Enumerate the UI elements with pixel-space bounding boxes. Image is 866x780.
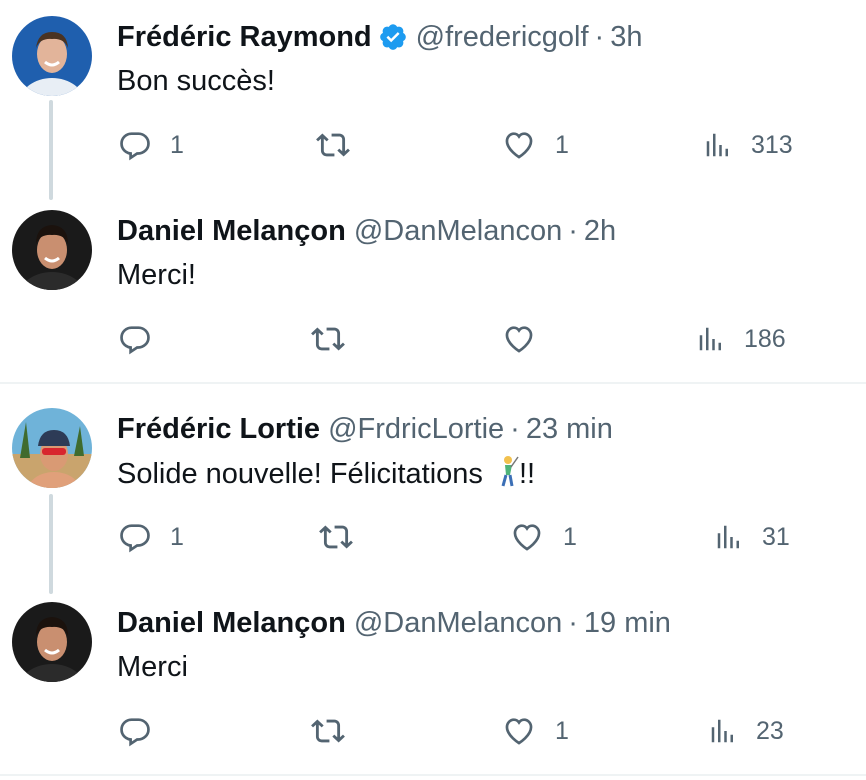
thread-line [49, 100, 53, 200]
like-count: 1 [555, 716, 569, 745]
separator-dot: · [594, 21, 605, 53]
retweet-icon [319, 525, 353, 549]
heart-icon [505, 326, 533, 353]
separator-dot: · [510, 413, 520, 445]
views-chart-icon [717, 525, 739, 549]
tweet-1[interactable]: Frédéric Raymond @fredericgolf · 3h Bon … [0, 0, 866, 200]
views-button[interactable]: 31 [714, 520, 790, 554]
tweet-text-main: Solide nouvelle! Félicitations [117, 458, 483, 490]
views-button[interactable]: 23 [708, 714, 784, 748]
views-chart-icon [699, 327, 721, 351]
handle[interactable]: @DanMelancon [354, 214, 562, 248]
heart-icon [505, 132, 533, 159]
reply-icon [120, 524, 150, 553]
separator-dot: · [568, 607, 578, 639]
tweet-header: Frédéric Lortie @FrdricLortie · 23 min [117, 412, 613, 446]
separator-dot: · [568, 215, 578, 247]
retweet-icon [311, 327, 345, 351]
avatar[interactable] [12, 408, 92, 488]
like-button[interactable]: 1 [501, 128, 569, 162]
avatar[interactable] [12, 16, 92, 96]
verified-badge-icon [378, 22, 408, 52]
views-count: 23 [756, 716, 784, 745]
handle[interactable]: @fredericgolf [416, 20, 589, 54]
handle[interactable]: @DanMelancon [354, 606, 562, 640]
tweet-text: Merci [117, 651, 188, 683]
heart-icon [513, 524, 541, 551]
retweet-button[interactable] [310, 714, 364, 748]
like-button[interactable]: 1 [501, 714, 569, 748]
views-count: 186 [744, 324, 786, 353]
tweet-text: Solide nouvelle! Félicitations!! [117, 455, 535, 495]
retweet-icon [311, 719, 345, 743]
thread-line [49, 494, 53, 594]
bottom-divider [0, 774, 866, 776]
like-count: 1 [563, 522, 577, 551]
views-chart-icon [706, 133, 728, 157]
golfer-emoji-icon [493, 455, 519, 495]
tweet-3[interactable]: Frédéric Lortie @FrdricLortie · 23 min S… [0, 392, 866, 594]
reply-button[interactable] [118, 714, 170, 748]
views-button[interactable]: 313 [703, 128, 793, 162]
tweet-header: Daniel Melançon @DanMelancon · 19 min [117, 606, 671, 640]
display-name[interactable]: Frédéric Raymond [117, 20, 372, 54]
reply-icon [120, 326, 150, 355]
display-name[interactable]: Daniel Melançon [117, 214, 346, 248]
timestamp[interactable]: 19 min [584, 606, 671, 640]
retweet-button[interactable] [318, 520, 372, 554]
like-button[interactable]: 1 [509, 520, 577, 554]
reply-icon [120, 132, 150, 161]
retweet-button[interactable] [315, 128, 369, 162]
reply-button[interactable]: 1 [118, 128, 184, 162]
display-name[interactable]: Frédéric Lortie [117, 412, 320, 446]
thread-divider [0, 382, 866, 384]
timestamp[interactable]: 23 min [526, 412, 613, 446]
tweet-text: Bon succès! [117, 65, 275, 97]
views-chart-icon [711, 719, 733, 743]
heart-icon [505, 718, 533, 745]
reply-count: 1 [170, 130, 184, 159]
tweet-header: Frédéric Raymond @fredericgolf · 3h [117, 20, 642, 54]
reply-count: 1 [170, 522, 184, 551]
reply-button[interactable]: 1 [118, 520, 184, 554]
tweet-text: Merci! [117, 259, 196, 291]
handle[interactable]: @FrdricLortie [328, 412, 504, 446]
reply-icon [120, 718, 150, 747]
retweet-button[interactable] [310, 322, 364, 356]
tweet-2[interactable]: Daniel Melançon @DanMelancon · 2h Merci!… [0, 200, 866, 382]
like-count: 1 [555, 130, 569, 159]
tweet-4[interactable]: Daniel Melançon @DanMelancon · 19 min Me… [0, 592, 866, 772]
like-button[interactable] [501, 322, 555, 356]
avatar[interactable] [12, 602, 92, 682]
views-button[interactable]: 186 [696, 322, 786, 356]
views-count: 313 [751, 130, 793, 159]
display-name[interactable]: Daniel Melançon [117, 606, 346, 640]
tweet-text-suffix: !! [518, 458, 536, 490]
views-count: 31 [762, 522, 790, 551]
avatar[interactable] [12, 210, 92, 290]
timestamp[interactable]: 3h [610, 20, 642, 54]
retweet-icon [316, 133, 350, 157]
timestamp[interactable]: 2h [584, 214, 616, 248]
tweet-header: Daniel Melançon @DanMelancon · 2h [117, 214, 616, 248]
reply-button[interactable] [118, 322, 170, 356]
